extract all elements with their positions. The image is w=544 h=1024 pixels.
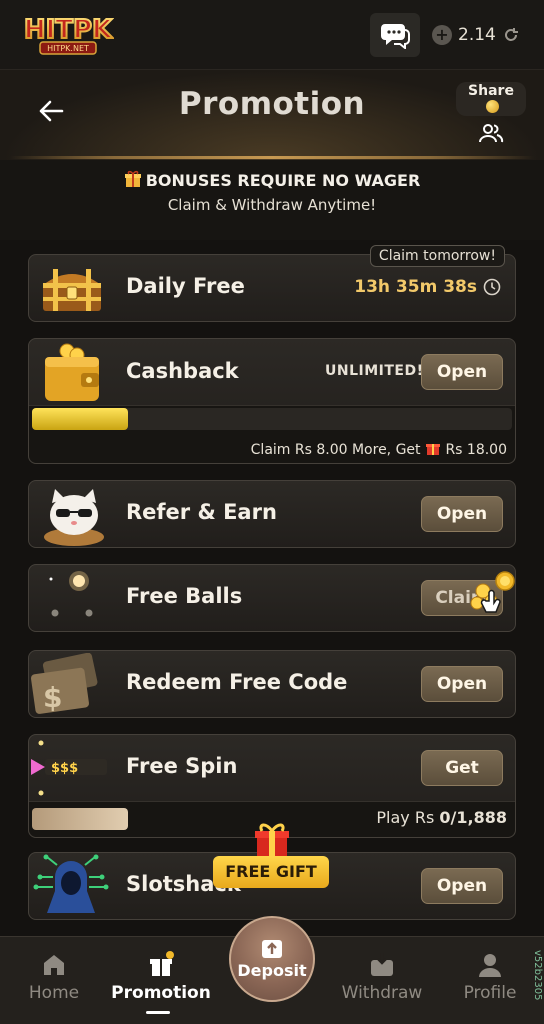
timer-value: 13h 35m 38s xyxy=(354,277,477,297)
nav-profile-label: Profile xyxy=(463,983,517,1003)
nav-home[interactable]: Home xyxy=(4,951,104,1003)
notice-subline: Claim & Withdraw Anytime! xyxy=(167,196,377,214)
balance-display: + 2.14 xyxy=(432,20,520,50)
nav-profile[interactable]: Profile xyxy=(440,951,540,1003)
cashback-open-button[interactable]: Open xyxy=(421,354,503,390)
spin-icon-text: $$$ xyxy=(51,761,78,776)
redeem-code-card[interactable]: $ Redeem Free Code Open xyxy=(28,650,516,718)
coin-icon xyxy=(485,100,499,113)
chat-icon xyxy=(381,24,410,49)
countdown-timer: 13h 35m 38s xyxy=(354,277,501,297)
daily-free-card[interactable]: Daily Free Claim tomorrow! 13h 35m 38s xyxy=(28,245,516,322)
users-icon xyxy=(479,124,504,143)
card-title: Refer & Earn xyxy=(126,500,277,524)
card-title: Redeem Free Code xyxy=(126,670,348,694)
refer-open-button[interactable]: Open xyxy=(421,496,503,532)
hitpk-logo[interactable]: HITPK HITPK.NET xyxy=(22,10,114,58)
ticket-symbol: $ xyxy=(43,681,62,714)
treasure-chest-icon xyxy=(43,269,101,311)
free-spin-progress-value: 0/1,888 xyxy=(439,808,507,827)
card-title: Free Balls xyxy=(126,584,243,608)
share-button[interactable]: Share xyxy=(456,82,526,144)
page-header: Promotion Share xyxy=(0,70,544,160)
cashback-progress-fill xyxy=(32,408,128,430)
wallet-icon xyxy=(45,343,99,401)
claim-tomorrow-badge: Claim tomorrow! xyxy=(369,245,505,267)
hacker-icon xyxy=(33,854,109,913)
balance-amount: 2.14 xyxy=(458,25,496,45)
deposit-button[interactable]: Deposit xyxy=(229,916,315,1002)
nav-withdraw-label: Withdraw xyxy=(341,983,423,1003)
cashback-card[interactable]: Cashback UNLIMITED! Open Claim Rs 8.00 M… xyxy=(28,338,516,464)
no-wager-notice: BONUSES REQUIRE NO WAGER Claim & Withdra… xyxy=(0,160,544,240)
cashback-hint: Claim Rs 8.00 More, Get Rs 18.00 xyxy=(251,440,507,458)
unlimited-tag: UNLIMITED! xyxy=(325,363,424,379)
withdraw-icon xyxy=(371,953,393,976)
cashback-hint-amount: Rs 18.00 xyxy=(445,442,507,458)
gift-box-icon[interactable] xyxy=(252,820,292,860)
nav-promotion[interactable]: Promotion xyxy=(111,951,211,1003)
balls-icon xyxy=(49,571,93,617)
card-title: Free Spin xyxy=(126,754,238,778)
header-divider xyxy=(10,156,534,159)
free-spin-progress-label: Play Rs xyxy=(376,808,435,827)
coins-pointer-icon xyxy=(470,571,515,613)
ticket-icon: $ xyxy=(30,653,98,714)
refer-earn-card[interactable]: Refer & Earn Open xyxy=(28,480,516,548)
slotshack-open-button[interactable]: Open xyxy=(421,868,503,904)
nav-promotion-label: Promotion xyxy=(111,983,211,1003)
card-title: Daily Free xyxy=(126,274,245,298)
cashback-hint-prefix: Claim Rs 8.00 More, Get xyxy=(250,442,421,458)
home-icon xyxy=(44,955,64,975)
share-label: Share xyxy=(468,83,514,99)
active-tab-indicator xyxy=(146,1011,170,1014)
deposit-icon xyxy=(262,940,282,958)
svg-text:HITPK.NET: HITPK.NET xyxy=(47,44,89,53)
top-bar: HITPK HITPK.NET + 2.14 xyxy=(0,0,544,70)
cat-mascot-icon xyxy=(44,489,104,546)
svg-text:HITPK: HITPK xyxy=(24,15,113,45)
deposit-label: Deposit xyxy=(237,961,307,980)
nav-withdraw[interactable]: Withdraw xyxy=(332,951,432,1003)
notice-headline: BONUSES REQUIRE NO WAGER xyxy=(145,171,421,190)
gift-icon xyxy=(124,170,141,187)
cashback-progress-track xyxy=(32,408,512,430)
clock-icon xyxy=(483,278,501,296)
free-spin-icon: $$$ xyxy=(31,740,107,796)
card-title: Cashback xyxy=(126,359,239,383)
profile-icon xyxy=(479,954,501,977)
version-tag: v52b2305 xyxy=(532,950,543,1001)
chat-button[interactable] xyxy=(370,13,420,57)
free-spin-progress-fill xyxy=(32,808,128,830)
free-spin-get-button[interactable]: Get xyxy=(421,750,503,786)
free-balls-card[interactable]: Free Balls Claim xyxy=(28,564,516,632)
free-gift-button[interactable]: FREE GIFT xyxy=(213,856,329,888)
nav-home-label: Home xyxy=(28,983,80,1003)
refresh-icon[interactable] xyxy=(502,26,520,44)
gift-icon xyxy=(150,951,174,976)
cashback-progress-strip: Claim Rs 8.00 More, Get Rs 18.00 xyxy=(29,405,515,463)
free-spin-progress-text: Play Rs 0/1,888 xyxy=(376,808,507,827)
gift-icon xyxy=(425,444,440,455)
add-funds-icon[interactable]: + xyxy=(432,25,452,45)
redeem-open-button[interactable]: Open xyxy=(421,666,503,702)
